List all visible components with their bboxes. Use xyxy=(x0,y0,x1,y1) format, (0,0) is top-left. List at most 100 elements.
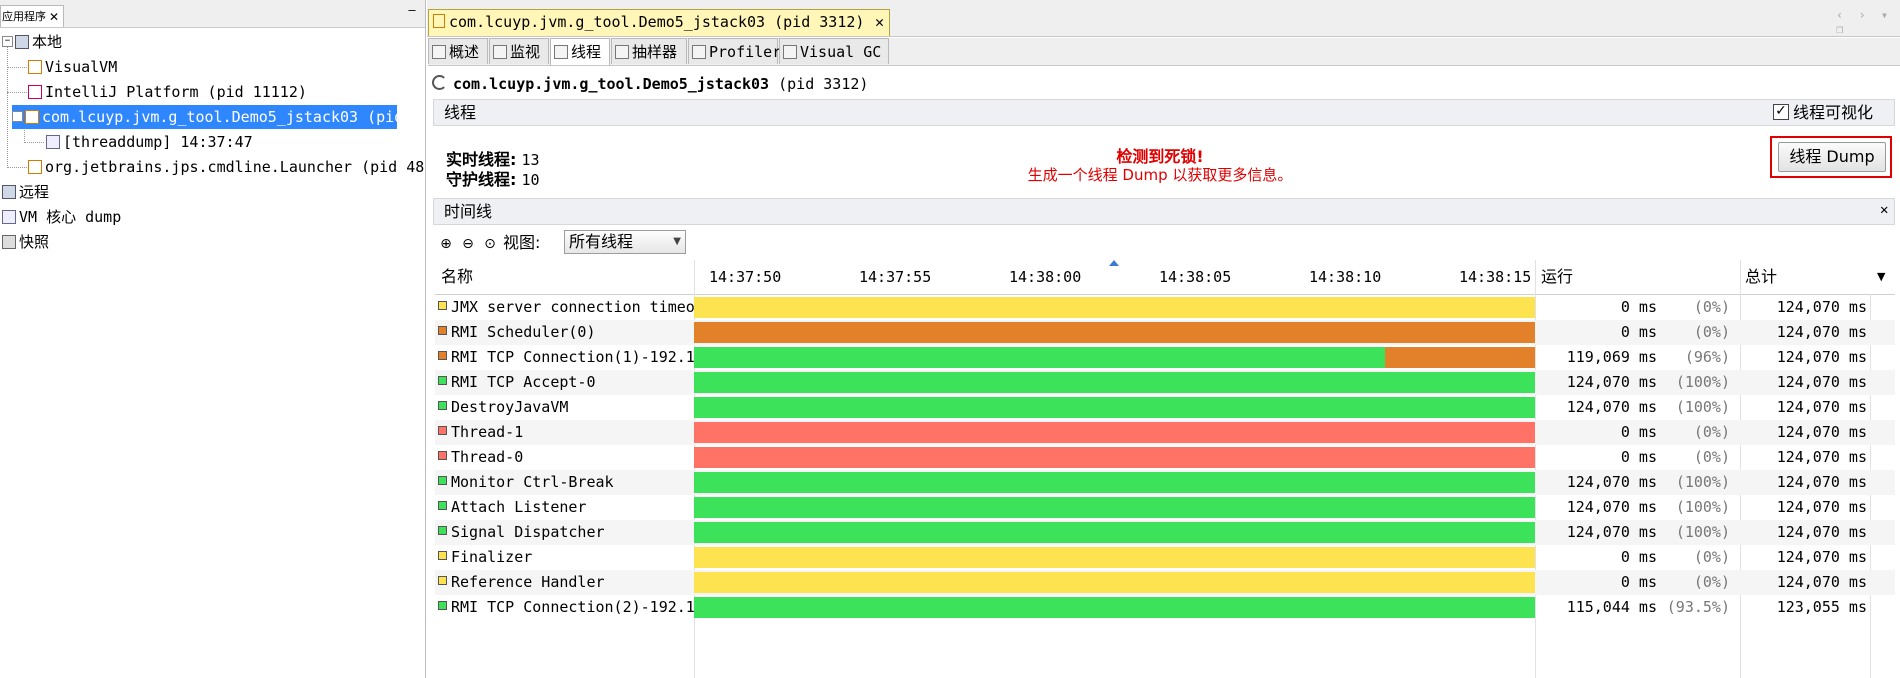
tab-label: 线程 xyxy=(571,43,602,61)
thread-state-icon xyxy=(438,501,447,510)
tab-threads[interactable]: 线程 xyxy=(550,38,610,65)
tab-sampler[interactable]: 抽样器 xyxy=(611,38,687,64)
thread-total-time: 124,070 ms xyxy=(1776,373,1867,391)
applications-tab[interactable]: 应用程序 ✕ xyxy=(0,5,64,27)
tab-visualgc[interactable]: Visual GC xyxy=(779,38,889,64)
view-select[interactable]: 所有线程 ▼ xyxy=(564,230,686,254)
thread-name-cell: Monitor Ctrl-Break xyxy=(438,470,695,495)
table-row[interactable]: RMI TCP Connection(1)-192.168 119,069 ms (… xyxy=(435,345,1895,370)
tree-node-label: [threaddump] 14:37:47 xyxy=(63,133,253,151)
profiler-icon xyxy=(692,44,706,59)
timeline-toolbar: ⊕ ⊖ ⊙ 视图: xyxy=(437,229,540,257)
thread-state-segment xyxy=(694,347,1386,368)
collapse-icon[interactable]: − xyxy=(2,36,13,47)
loading-icon xyxy=(432,75,447,90)
tree-node[interactable]: 远程 xyxy=(2,180,49,204)
thread-name-cell: Finalizer xyxy=(438,545,695,570)
thread-name-cell: Signal Dispatcher xyxy=(438,520,695,545)
tree-node[interactable]: − 本地 xyxy=(2,30,62,54)
document-tab[interactable]: com.lcuyp.jvm.g_tool.Demo5_jstack03 (pid… xyxy=(428,9,890,36)
tab-profiler[interactable]: Profiler xyxy=(688,38,782,64)
tree-node-label: VisualVM xyxy=(45,58,118,76)
threads-icon xyxy=(554,44,568,59)
tab-navigation-icons[interactable]: ‹ › ▾ ❐ xyxy=(1836,8,1900,36)
table-row[interactable]: RMI TCP Accept-0 124,070 ms (100%) 124,070 … xyxy=(435,370,1895,395)
column-menu-icon[interactable]: ▼ xyxy=(1877,260,1885,294)
thread-state-segment xyxy=(694,322,1535,343)
tree-node[interactable]: − com.lcuyp.jvm.g_tool.Demo5_jstack03 (pi… xyxy=(12,105,397,129)
thread-run-percent: (0%) xyxy=(1693,323,1730,341)
thread-name: Signal Dispatcher xyxy=(451,523,605,541)
thread-run-time: 0 ms xyxy=(1620,548,1657,566)
close-icon[interactable]: ✕ xyxy=(875,10,884,35)
thread-name-cell: Reference Handler xyxy=(438,570,695,595)
thread-timeline-bar xyxy=(694,547,1535,568)
tab-monitor[interactable]: 监视 xyxy=(489,38,549,64)
tree-node-label: 快照 xyxy=(19,233,50,251)
tab-overview[interactable]: 概述 xyxy=(428,38,488,64)
thread-dump-button[interactable]: 线程 Dump xyxy=(1778,142,1886,172)
zoom-in-icon[interactable]: ⊕ xyxy=(437,235,455,253)
zoom-out-icon[interactable]: ⊖ xyxy=(459,235,477,253)
timeline-tick-label: 14:37:55 xyxy=(859,268,932,286)
table-row[interactable]: Signal Dispatcher 124,070 ms (100%) 124,070… xyxy=(435,520,1895,545)
thread-name-cell: RMI TCP Connection(2)-192.168 xyxy=(438,595,695,620)
tree-node[interactable]: VM 核心 dump xyxy=(2,205,121,229)
tree-node[interactable]: 快照 xyxy=(2,230,49,254)
zoom-fit-icon[interactable]: ⊙ xyxy=(481,235,499,253)
thread-total-time: 124,070 ms xyxy=(1776,298,1867,316)
table-row[interactable]: JMX server connection timeout 0 ms (0%) 124… xyxy=(435,295,1895,320)
monitor-icon xyxy=(493,44,507,59)
thread-state-icon xyxy=(438,476,447,485)
table-row[interactable]: Thread-0 0 ms (0%) 124,070 ms xyxy=(435,445,1895,470)
table-row[interactable]: Monitor Ctrl-Break 124,070 ms (100%) 124,07… xyxy=(435,470,1895,495)
thread-run-percent: (93.5%) xyxy=(1666,598,1730,616)
threads-section-title: 线程 xyxy=(444,103,477,122)
process-pid: (pid 3312) xyxy=(778,75,869,93)
close-icon[interactable]: ✕ xyxy=(1880,202,1888,218)
table-row[interactable]: DestroyJavaVM 124,070 ms (100%) 124,070 ms xyxy=(435,395,1895,420)
thread-run-time: 0 ms xyxy=(1620,298,1657,316)
table-row[interactable]: RMI TCP Connection(2)-192.168 115,044 ms (… xyxy=(435,595,1895,620)
thread-run-time: 124,070 ms xyxy=(1566,398,1657,416)
tree-node[interactable]: org.jetbrains.jps.cmdline.Launcher (pid … xyxy=(28,155,424,179)
thread-run-percent: (0%) xyxy=(1693,423,1730,441)
thread-name: Thread-0 xyxy=(451,448,524,466)
visualize-threads-checkbox[interactable]: ✓ 线程可视化 xyxy=(1773,102,1873,124)
table-row[interactable]: Reference Handler 0 ms (0%) 124,070 ms xyxy=(435,570,1895,595)
timeline-position-marker[interactable] xyxy=(1109,260,1119,266)
remote-icon xyxy=(2,184,16,199)
table-row[interactable]: RMI Scheduler(0) 0 ms (0%) 124,070 ms xyxy=(435,320,1895,345)
thread-timeline-bar xyxy=(694,572,1535,593)
tree-node[interactable]: IntelliJ Platform (pid 11112) xyxy=(28,80,307,104)
thread-run-time: 0 ms xyxy=(1620,323,1657,341)
thread-state-icon xyxy=(438,601,447,610)
thread-total-time: 124,070 ms xyxy=(1776,448,1867,466)
column-header-total[interactable]: 总计 xyxy=(1745,260,1777,294)
tree-node-label: org.jetbrains.jps.cmdline.Launcher (pid … xyxy=(45,158,424,176)
thread-total-time: 124,070 ms xyxy=(1776,348,1867,366)
thread-state-segment xyxy=(694,297,1535,318)
collapse-icon[interactable]: − xyxy=(12,111,23,122)
thread-run-time: 0 ms xyxy=(1620,573,1657,591)
table-row[interactable]: Attach Listener 124,070 ms (100%) 124,070 m… xyxy=(435,495,1895,520)
thread-state-segment xyxy=(694,447,1535,468)
tree-node[interactable]: [threaddump] 14:37:47 xyxy=(46,130,253,154)
thread-state-segment xyxy=(694,597,1535,618)
thread-timeline-bar xyxy=(694,522,1535,543)
minimize-icon[interactable]: — xyxy=(405,3,419,17)
column-header-run[interactable]: 运行 xyxy=(1541,260,1573,294)
thread-name-cell: RMI TCP Connection(1)-192.168 xyxy=(438,345,695,370)
table-row[interactable]: Thread-1 0 ms (0%) 124,070 ms xyxy=(435,420,1895,445)
thread-name-cell: Thread-1 xyxy=(438,420,695,445)
checkbox-checked-icon: ✓ xyxy=(1773,103,1789,120)
table-row[interactable]: Finalizer 0 ms (0%) 124,070 ms xyxy=(435,545,1895,570)
thread-state-segment xyxy=(1385,347,1535,368)
thread-name-cell: RMI TCP Accept-0 xyxy=(438,370,695,395)
tab-label: Profiler xyxy=(709,43,782,61)
close-icon[interactable]: ✕ xyxy=(49,6,59,28)
column-header-name[interactable]: 名称 xyxy=(441,260,473,294)
tree-node[interactable]: VisualVM xyxy=(28,55,117,79)
thread-state-icon xyxy=(438,401,447,410)
thread-name: DestroyJavaVM xyxy=(451,398,569,416)
